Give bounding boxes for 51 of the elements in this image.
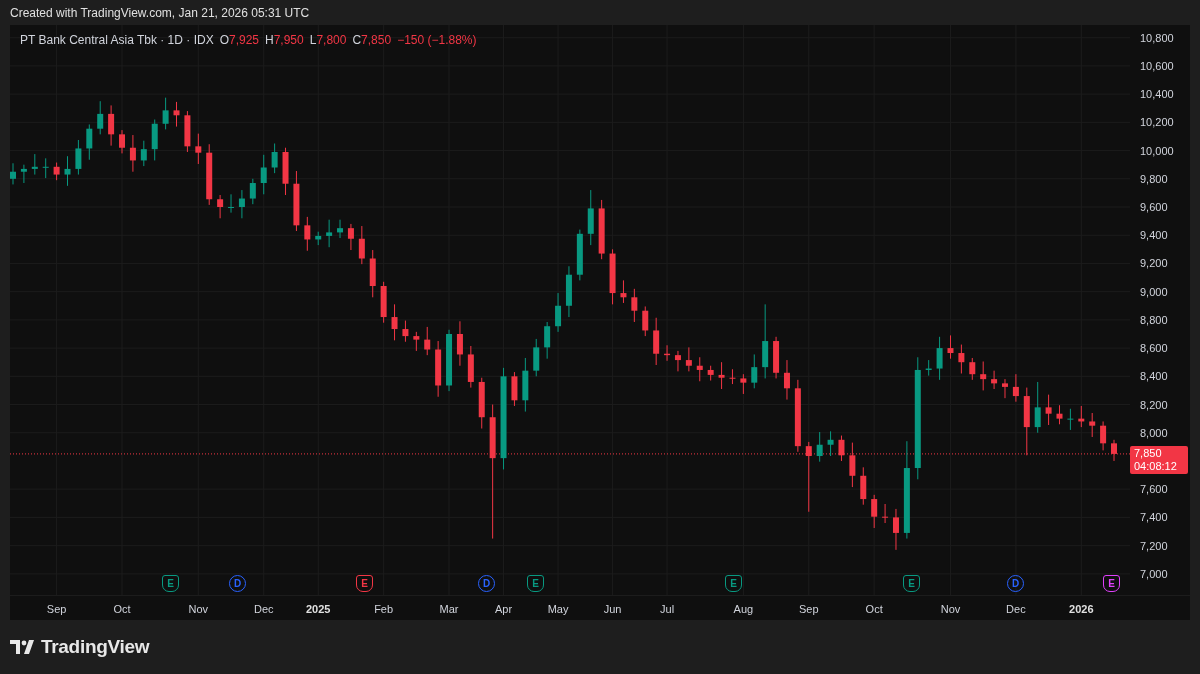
earnings-marker[interactable]: E <box>162 575 179 592</box>
price-axis-label: 10,400 <box>1140 87 1174 102</box>
time-axis-label: Jun <box>603 602 622 617</box>
price-axis-label: 8,200 <box>1140 397 1168 412</box>
time-axis-label: Jul <box>660 602 675 617</box>
earnings-marker[interactable]: E <box>903 575 920 592</box>
price-axis-label: 7,400 <box>1140 510 1168 525</box>
earnings-marker[interactable]: E <box>725 575 742 592</box>
price-axis-label: 10,600 <box>1140 58 1174 73</box>
time-axis-label: Mar <box>439 602 459 617</box>
price-axis-label: 8,400 <box>1140 369 1168 384</box>
ohlc-value: H7,950 <box>265 32 304 49</box>
price-axis-label: 8,600 <box>1140 341 1168 356</box>
brand-name: TradingView <box>41 634 150 659</box>
time-axis-label: Sep <box>46 602 67 617</box>
earnings-marker[interactable]: E <box>356 575 373 592</box>
time-axis-label: Nov <box>188 602 209 617</box>
price-axis-label: 8,000 <box>1140 425 1168 440</box>
price-axis-label: 10,000 <box>1140 143 1174 158</box>
price-axis-label: 7,000 <box>1140 566 1168 581</box>
time-axis-label: Sep <box>799 602 819 617</box>
price-axis-label: 9,200 <box>1140 256 1168 271</box>
price-axis-label: 9,800 <box>1140 171 1168 186</box>
time-axis-label: May <box>547 602 569 617</box>
price-axis-label: 9,000 <box>1140 284 1168 299</box>
time-axis-label: Dec <box>253 602 274 617</box>
price-axis-label: 7,600 <box>1140 482 1168 497</box>
price-axis-label: 9,600 <box>1140 200 1168 214</box>
symbol-title: PT Bank Central Asia Tbk · 1D · IDX <box>20 32 214 49</box>
time-axis-label: 2025 <box>306 602 331 617</box>
ohlc-value: C7,850 <box>352 32 392 49</box>
time-axis-label: Oct <box>113 602 131 617</box>
price-axis-label: 10,800 <box>1140 30 1174 45</box>
price-axis-label: 7,200 <box>1140 538 1168 553</box>
earnings-marker[interactable]: E <box>527 575 544 592</box>
time-axis-label: 2026 <box>1069 602 1094 617</box>
price-axis-label: 8,800 <box>1140 312 1168 327</box>
time-axis-label: Apr <box>494 602 513 617</box>
time-axis-label: Dec <box>1006 602 1026 617</box>
time-axis-label: Aug <box>733 602 754 617</box>
earnings-marker[interactable]: E <box>1103 575 1120 592</box>
ohlc-value: L7,800 <box>309 32 347 49</box>
price-axis-label: 10,200 <box>1140 115 1174 130</box>
time-axis-label: Feb <box>374 602 394 617</box>
price-change: −150 (−1.88%) <box>397 32 477 49</box>
time-axis-label: Oct <box>865 602 883 617</box>
price-axis-label: 9,400 <box>1140 228 1168 243</box>
snapshot-caption: Created with TradingView.com, Jan 21, 2026 05:31 UTC <box>10 4 310 22</box>
last-price-label: 7,850 04:08:12 <box>1130 445 1188 474</box>
time-axis-label: Nov <box>940 602 961 617</box>
ohlc-value: O7,925 <box>219 32 259 49</box>
